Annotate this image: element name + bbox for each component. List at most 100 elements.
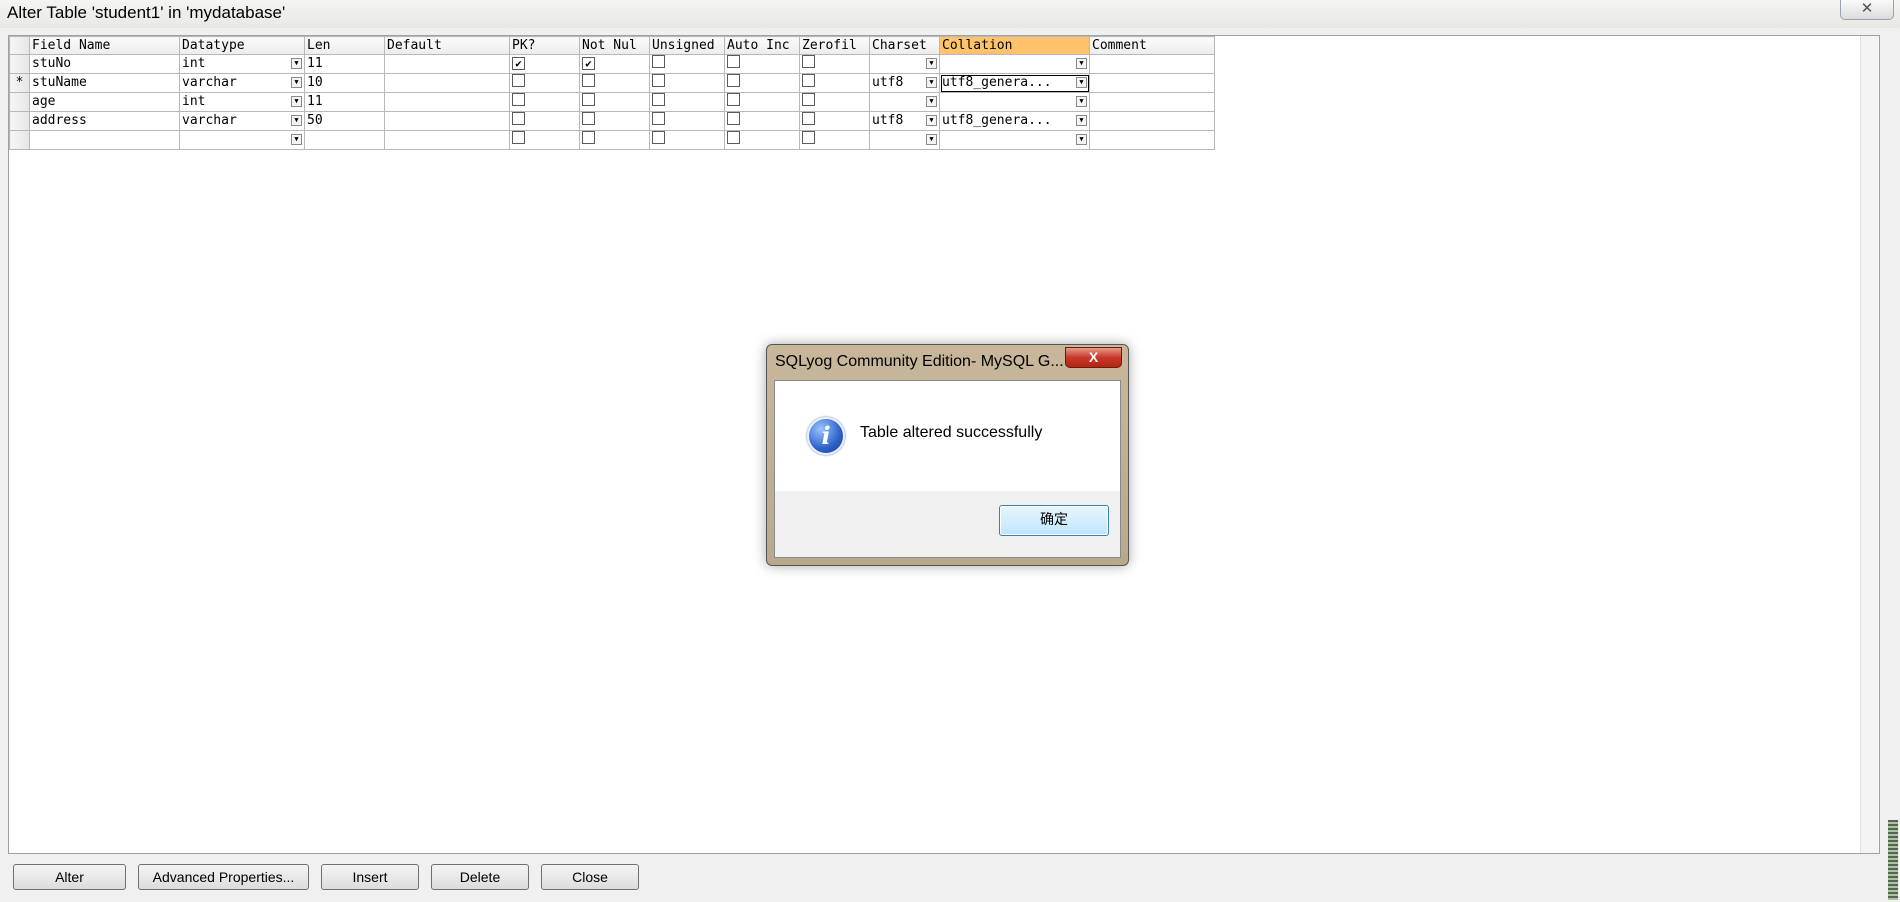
column-header[interactable]: PK? — [509, 36, 580, 55]
comment-cell[interactable] — [1089, 73, 1215, 93]
pk-checkbox[interactable] — [512, 93, 525, 106]
comment-cell[interactable] — [1089, 92, 1215, 112]
field-name-cell[interactable]: address — [29, 111, 180, 131]
column-header[interactable]: Not Nul — [579, 36, 650, 55]
column-header[interactable]: Len — [304, 36, 385, 55]
notnull-checkbox[interactable] — [582, 74, 595, 87]
autoinc-checkbox[interactable] — [727, 55, 740, 68]
default-cell[interactable] — [384, 92, 510, 112]
default-cell[interactable] — [384, 54, 510, 74]
pk-checkbox[interactable] — [512, 131, 525, 144]
default-cell[interactable] — [384, 111, 510, 131]
vertical-scrollbar[interactable] — [1860, 36, 1879, 853]
charset-cell[interactable]: utf8 ▼ — [869, 111, 940, 131]
column-header[interactable]: Auto Inc — [724, 36, 800, 55]
notnull-checkbox[interactable]: ✔ — [582, 57, 595, 70]
insert-button[interactable]: Insert — [321, 864, 419, 890]
dropdown-arrow-icon[interactable]: ▼ — [1076, 115, 1087, 126]
alter-button[interactable]: Alter — [13, 864, 126, 890]
column-header[interactable]: Comment — [1089, 36, 1215, 55]
len-cell[interactable] — [304, 130, 385, 150]
notnull-checkbox[interactable] — [582, 131, 595, 144]
unsigned-checkbox[interactable] — [652, 74, 665, 87]
dropdown-arrow-icon[interactable]: ▼ — [291, 77, 302, 88]
dropdown-arrow-icon[interactable]: ▼ — [1076, 77, 1087, 88]
len-cell[interactable]: 10 — [304, 73, 385, 93]
autoinc-checkbox[interactable] — [727, 74, 740, 87]
column-header[interactable]: Unsigned — [649, 36, 725, 55]
pk-checkbox[interactable] — [512, 112, 525, 125]
unsigned-checkbox[interactable] — [652, 55, 665, 68]
autoinc-checkbox[interactable] — [727, 131, 740, 144]
dropdown-arrow-icon[interactable]: ▼ — [291, 115, 302, 126]
field-name-cell[interactable]: stuNo — [29, 54, 180, 74]
collation-cell[interactable]: ▼ — [939, 130, 1090, 150]
advanced-properties-button[interactable]: Advanced Properties... — [138, 864, 309, 890]
column-header[interactable]: Zerofil — [799, 36, 870, 55]
charset-cell[interactable]: ▼ — [869, 130, 940, 150]
charset-cell[interactable]: ▼ — [869, 54, 940, 74]
collation-cell[interactable]: utf8_genera... ▼ — [939, 73, 1090, 93]
dropdown-arrow-icon[interactable]: ▼ — [1076, 134, 1087, 145]
window-close-button[interactable]: ✕ — [1840, 0, 1894, 20]
dropdown-arrow-icon[interactable]: ▼ — [926, 96, 937, 107]
zerofill-checkbox[interactable] — [802, 74, 815, 87]
row-marker[interactable] — [9, 92, 30, 112]
comment-cell[interactable] — [1089, 54, 1215, 74]
collation-cell[interactable]: ▼ — [939, 92, 1090, 112]
charset-cell[interactable]: ▼ — [869, 92, 940, 112]
dropdown-arrow-icon[interactable]: ▼ — [291, 134, 302, 145]
close-button[interactable]: Close — [541, 864, 639, 890]
zerofill-checkbox[interactable] — [802, 93, 815, 106]
datatype-cell[interactable]: int ▼ — [179, 92, 305, 112]
datatype-cell[interactable]: ▼ — [179, 130, 305, 150]
unsigned-checkbox[interactable] — [652, 112, 665, 125]
delete-button[interactable]: Delete — [431, 864, 529, 890]
autoinc-checkbox[interactable] — [727, 112, 740, 125]
dropdown-arrow-icon[interactable]: ▼ — [291, 96, 302, 107]
collation-cell[interactable]: utf8_genera... ▼ — [939, 111, 1090, 131]
pk-checkbox[interactable]: ✔ — [512, 57, 525, 70]
notnull-checkbox[interactable] — [582, 112, 595, 125]
row-marker[interactable] — [9, 130, 30, 150]
notnull-checkbox[interactable] — [582, 93, 595, 106]
len-cell[interactable]: 11 — [304, 54, 385, 74]
dialog-close-button[interactable]: X — [1065, 347, 1122, 368]
ok-button[interactable]: 确定 — [999, 505, 1109, 536]
column-header[interactable]: Charset — [869, 36, 940, 55]
dropdown-arrow-icon[interactable]: ▼ — [926, 58, 937, 69]
dropdown-arrow-icon[interactable]: ▼ — [926, 77, 937, 88]
column-header[interactable]: Field Name — [29, 36, 180, 55]
unsigned-checkbox[interactable] — [652, 93, 665, 106]
default-cell[interactable] — [384, 73, 510, 93]
resize-grip-icon[interactable] — [1888, 820, 1898, 900]
zerofill-checkbox[interactable] — [802, 131, 815, 144]
len-cell[interactable]: 50 — [304, 111, 385, 131]
dropdown-arrow-icon[interactable]: ▼ — [926, 134, 937, 145]
unsigned-checkbox[interactable] — [652, 131, 665, 144]
datatype-cell[interactable]: int ▼ — [179, 54, 305, 74]
len-cell[interactable]: 11 — [304, 92, 385, 112]
pk-checkbox[interactable] — [512, 74, 525, 87]
row-marker[interactable]: * — [9, 73, 30, 93]
field-name-cell[interactable]: stuName — [29, 73, 180, 93]
row-marker[interactable] — [9, 111, 30, 131]
charset-cell[interactable]: utf8 ▼ — [869, 73, 940, 93]
field-name-cell[interactable]: age — [29, 92, 180, 112]
zerofill-checkbox[interactable] — [802, 55, 815, 68]
comment-cell[interactable] — [1089, 111, 1215, 131]
dropdown-arrow-icon[interactable]: ▼ — [1076, 58, 1087, 69]
comment-cell[interactable] — [1089, 130, 1215, 150]
dropdown-arrow-icon[interactable]: ▼ — [1076, 96, 1087, 107]
field-name-cell[interactable] — [29, 130, 180, 150]
zerofill-checkbox[interactable] — [802, 112, 815, 125]
datatype-cell[interactable]: varchar ▼ — [179, 111, 305, 131]
dropdown-arrow-icon[interactable]: ▼ — [291, 58, 302, 69]
datatype-cell[interactable]: varchar ▼ — [179, 73, 305, 93]
row-marker[interactable] — [9, 54, 30, 74]
column-header[interactable]: Default — [384, 36, 510, 55]
default-cell[interactable] — [384, 130, 510, 150]
dropdown-arrow-icon[interactable]: ▼ — [926, 115, 937, 126]
column-header[interactable]: Collation — [939, 36, 1090, 55]
autoinc-checkbox[interactable] — [727, 93, 740, 106]
